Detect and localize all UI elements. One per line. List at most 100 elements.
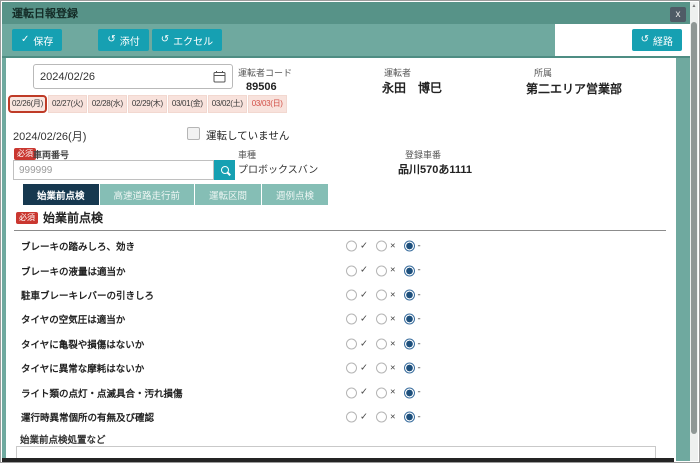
- date-tab[interactable]: 03/03(日): [248, 95, 287, 113]
- save-button-label: 保存: [33, 33, 53, 48]
- radio-group: ✓ ×-: [346, 241, 429, 252]
- inspection-item-label: ライト類の点灯・点滅具合・汚れ損傷: [21, 386, 183, 400]
- radio-circle[interactable]: [404, 363, 415, 374]
- check-icon: ✓: [21, 35, 29, 45]
- radio-option[interactable]: -: [404, 363, 421, 374]
- radio-option[interactable]: -: [404, 411, 421, 422]
- vehicle-number-input[interactable]: [19, 165, 208, 176]
- radio-circle[interactable]: [404, 314, 415, 325]
- attach-button[interactable]: ↺ 添付: [98, 29, 148, 51]
- radio-circle[interactable]: [404, 411, 415, 422]
- radio-group: ✓ × -: [346, 338, 429, 349]
- excel-button[interactable]: ↺ エクセル: [152, 29, 222, 51]
- vehicle-search-button[interactable]: [214, 160, 235, 180]
- radio-circle[interactable]: [376, 387, 387, 398]
- radio-circle[interactable]: [376, 314, 387, 325]
- radio-option[interactable]: ×: [376, 265, 396, 276]
- radio-circle[interactable]: [404, 387, 415, 398]
- radio-circle[interactable]: [404, 241, 415, 252]
- radio-option[interactable]: -: [404, 265, 421, 276]
- radio-circle[interactable]: [346, 363, 357, 374]
- radio-circle[interactable]: [346, 338, 357, 349]
- tab-item[interactable]: 運転区間: [195, 184, 261, 205]
- scrollbar-thumb[interactable]: [691, 22, 697, 434]
- radio-circle[interactable]: [404, 338, 415, 349]
- inspection-row: 運行時異常個所の有無及び確認✓×-: [16, 405, 666, 429]
- radio-option[interactable]: -: [404, 338, 421, 349]
- radio-option[interactable]: ×: [376, 411, 396, 422]
- vehicle-type-label: 車種: [238, 148, 256, 161]
- radio-option[interactable]: ✓: [346, 289, 368, 300]
- radio-option[interactable]: ×: [376, 289, 396, 300]
- radio-option[interactable]: ×: [376, 338, 396, 349]
- radio-option[interactable]: ✓: [346, 265, 368, 276]
- radio-label: ✓: [360, 412, 368, 422]
- radio-option[interactable]: ✓: [346, 241, 368, 252]
- radio-circle[interactable]: [376, 241, 387, 252]
- not-driving-checkbox[interactable]: [187, 127, 200, 140]
- radio-option[interactable]: -: [404, 241, 421, 252]
- radio-circle[interactable]: [376, 363, 387, 374]
- registered-number-label: 登録車番: [405, 148, 441, 161]
- vehicle-type-value: プロボックスバン: [238, 161, 318, 176]
- radio-label: -: [418, 363, 421, 373]
- tab-item[interactable]: 週例点検: [262, 184, 328, 205]
- route-panel: ↺ 経路: [555, 24, 690, 58]
- radio-circle[interactable]: [404, 265, 415, 276]
- selected-date-display: 2024/02/26(月): [13, 128, 86, 144]
- radio-label: -: [418, 339, 421, 349]
- date-tab[interactable]: 02/27(火): [48, 95, 87, 113]
- vertical-scrollbar[interactable]: ▲: [690, 2, 698, 461]
- date-tab[interactable]: 03/02(土): [208, 95, 247, 113]
- radio-option[interactable]: ×: [376, 314, 396, 325]
- radio-circle[interactable]: [376, 411, 387, 422]
- date-tab[interactable]: 02/28(水): [88, 95, 127, 113]
- radio-circle[interactable]: [376, 338, 387, 349]
- radio-option[interactable]: ×: [376, 363, 396, 374]
- radio-circle[interactable]: [346, 265, 357, 276]
- radio-option[interactable]: -: [404, 387, 421, 398]
- radio-option[interactable]: ✓: [346, 314, 368, 325]
- radio-label: -: [418, 266, 421, 276]
- scroll-up-icon[interactable]: ▲: [690, 4, 698, 9]
- refresh-icon: ↺: [641, 35, 649, 45]
- affiliation-label: 所属: [534, 66, 552, 79]
- inspection-list: ブレーキの踏みしろ、効き✓×-ブレーキの液量は適当か✓×-駐車ブレーキレバーの引…: [16, 234, 666, 429]
- report-date-input[interactable]: [40, 71, 213, 83]
- tab-item[interactable]: 高速道路走行前: [100, 184, 195, 205]
- radio-option[interactable]: ✓: [346, 363, 368, 374]
- section-divider: [14, 230, 666, 231]
- radio-option[interactable]: -: [404, 314, 421, 325]
- calendar-icon[interactable]: [213, 70, 226, 83]
- radio-circle[interactable]: [346, 289, 357, 300]
- titlebar: 運転日報登録: [2, 2, 690, 24]
- radio-label: ×: [390, 241, 396, 251]
- date-tab[interactable]: 02/26(月): [8, 95, 47, 113]
- radio-circle[interactable]: [346, 241, 357, 252]
- radio-option[interactable]: ×: [376, 387, 396, 398]
- radio-group: ✓ ×-: [346, 314, 429, 325]
- radio-circle[interactable]: [376, 265, 387, 276]
- date-tab[interactable]: 03/01(金): [168, 95, 207, 113]
- radio-circle[interactable]: [404, 289, 415, 300]
- radio-circle[interactable]: [346, 387, 357, 398]
- inspection-section-header: 必須 始業前点検: [16, 209, 103, 226]
- radio-option[interactable]: ✓: [346, 338, 368, 349]
- inspection-item-label: 駐車ブレーキレバーの引きしろ: [21, 288, 154, 302]
- radio-circle[interactable]: [346, 411, 357, 422]
- radio-option[interactable]: ✓: [346, 411, 368, 422]
- route-button[interactable]: ↺ 経路: [632, 29, 682, 51]
- driver-code-value: 89506: [246, 81, 277, 93]
- save-button[interactable]: ✓ 保存: [12, 29, 62, 51]
- inspection-item-label: ブレーキの踏みしろ、効き: [21, 239, 135, 253]
- radio-option[interactable]: -: [404, 289, 421, 300]
- window-title: 運転日報登録: [12, 5, 78, 21]
- radio-option[interactable]: ✓: [346, 387, 368, 398]
- tab-active[interactable]: 始業前点検: [23, 184, 99, 205]
- radio-circle[interactable]: [376, 289, 387, 300]
- date-tab[interactable]: 02/29(木): [128, 95, 167, 113]
- inspection-section-title: 始業前点検: [43, 209, 103, 226]
- radio-option[interactable]: ×: [376, 241, 396, 252]
- radio-circle[interactable]: [346, 314, 357, 325]
- close-button[interactable]: x: [670, 7, 686, 22]
